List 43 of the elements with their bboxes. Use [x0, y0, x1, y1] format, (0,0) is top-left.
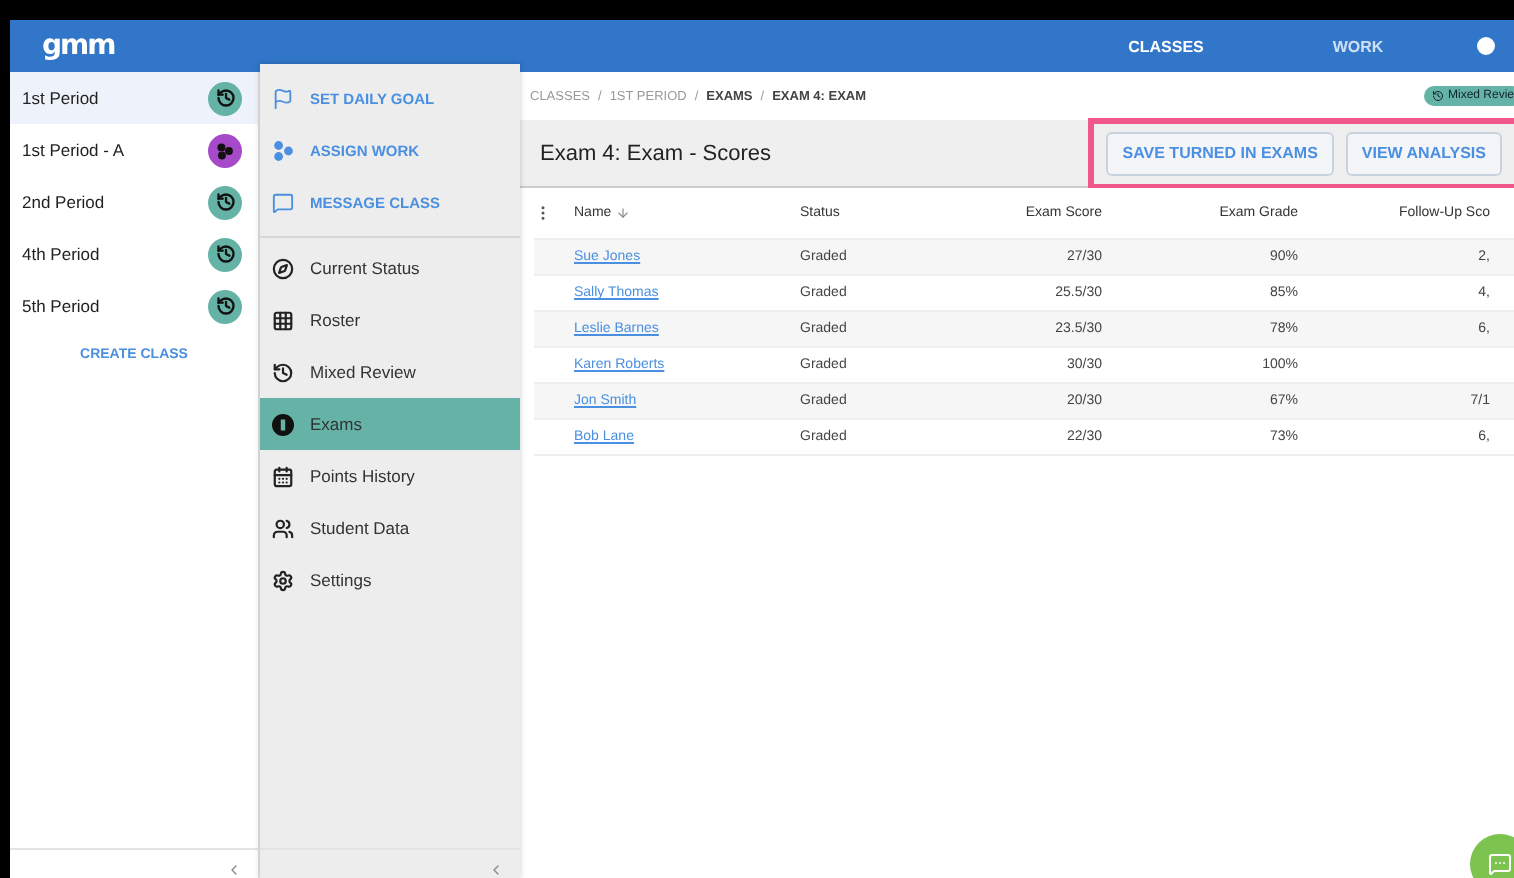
settings-icon [272, 569, 294, 591]
nav-item[interactable]: Student Data [260, 502, 520, 554]
nav-item[interactable]: Roster [260, 294, 520, 346]
collapse-icon[interactable] [226, 862, 242, 878]
nav-item[interactable]: Exams [260, 398, 520, 450]
class-name: 1st Period - A [22, 140, 125, 160]
dots-icon [208, 133, 242, 167]
nav-label: Settings [310, 570, 372, 590]
calendar-icon [272, 465, 294, 487]
class-item[interactable]: 1st Period [10, 72, 258, 124]
nav-label: Mixed Review [310, 362, 416, 382]
history-icon [272, 361, 294, 383]
flag-icon [272, 87, 294, 109]
class-name: 1st Period [22, 88, 99, 108]
class-name: 4th Period [22, 244, 100, 264]
compass-icon [272, 257, 294, 279]
nav-label: Student Data [310, 518, 410, 538]
history-icon [208, 81, 242, 115]
logo[interactable]: gmm [42, 30, 115, 62]
chat-icon [1488, 852, 1512, 876]
nav-label: Points History [310, 466, 415, 486]
class-name: 2nd Period [22, 192, 105, 212]
nav-tab[interactable]: CLASSES [1070, 37, 1262, 55]
class-name: 5th Period [22, 296, 100, 316]
nav-item[interactable]: Points History [260, 450, 520, 502]
nav-label: Exams [310, 414, 362, 434]
grid-icon [272, 309, 294, 331]
history-icon [208, 185, 242, 219]
nav-item[interactable]: Current Status [260, 242, 520, 294]
people-icon [272, 517, 294, 539]
history-icon [208, 237, 242, 271]
message-icon [272, 191, 294, 213]
nav-item[interactable]: Settings [260, 554, 520, 606]
history-icon [208, 289, 242, 323]
dots-icon [272, 139, 294, 161]
sort-icon [615, 206, 630, 220]
exam-icon [272, 413, 294, 435]
page-title: Exam 4: Exam - Scores [540, 141, 772, 165]
nav-label: Current Status [310, 258, 420, 278]
collapse-icon[interactable] [488, 862, 504, 878]
nav-item[interactable]: Mixed Review [260, 346, 520, 398]
account-icon[interactable] [1474, 34, 1498, 58]
nav-label: Roster [310, 310, 361, 330]
